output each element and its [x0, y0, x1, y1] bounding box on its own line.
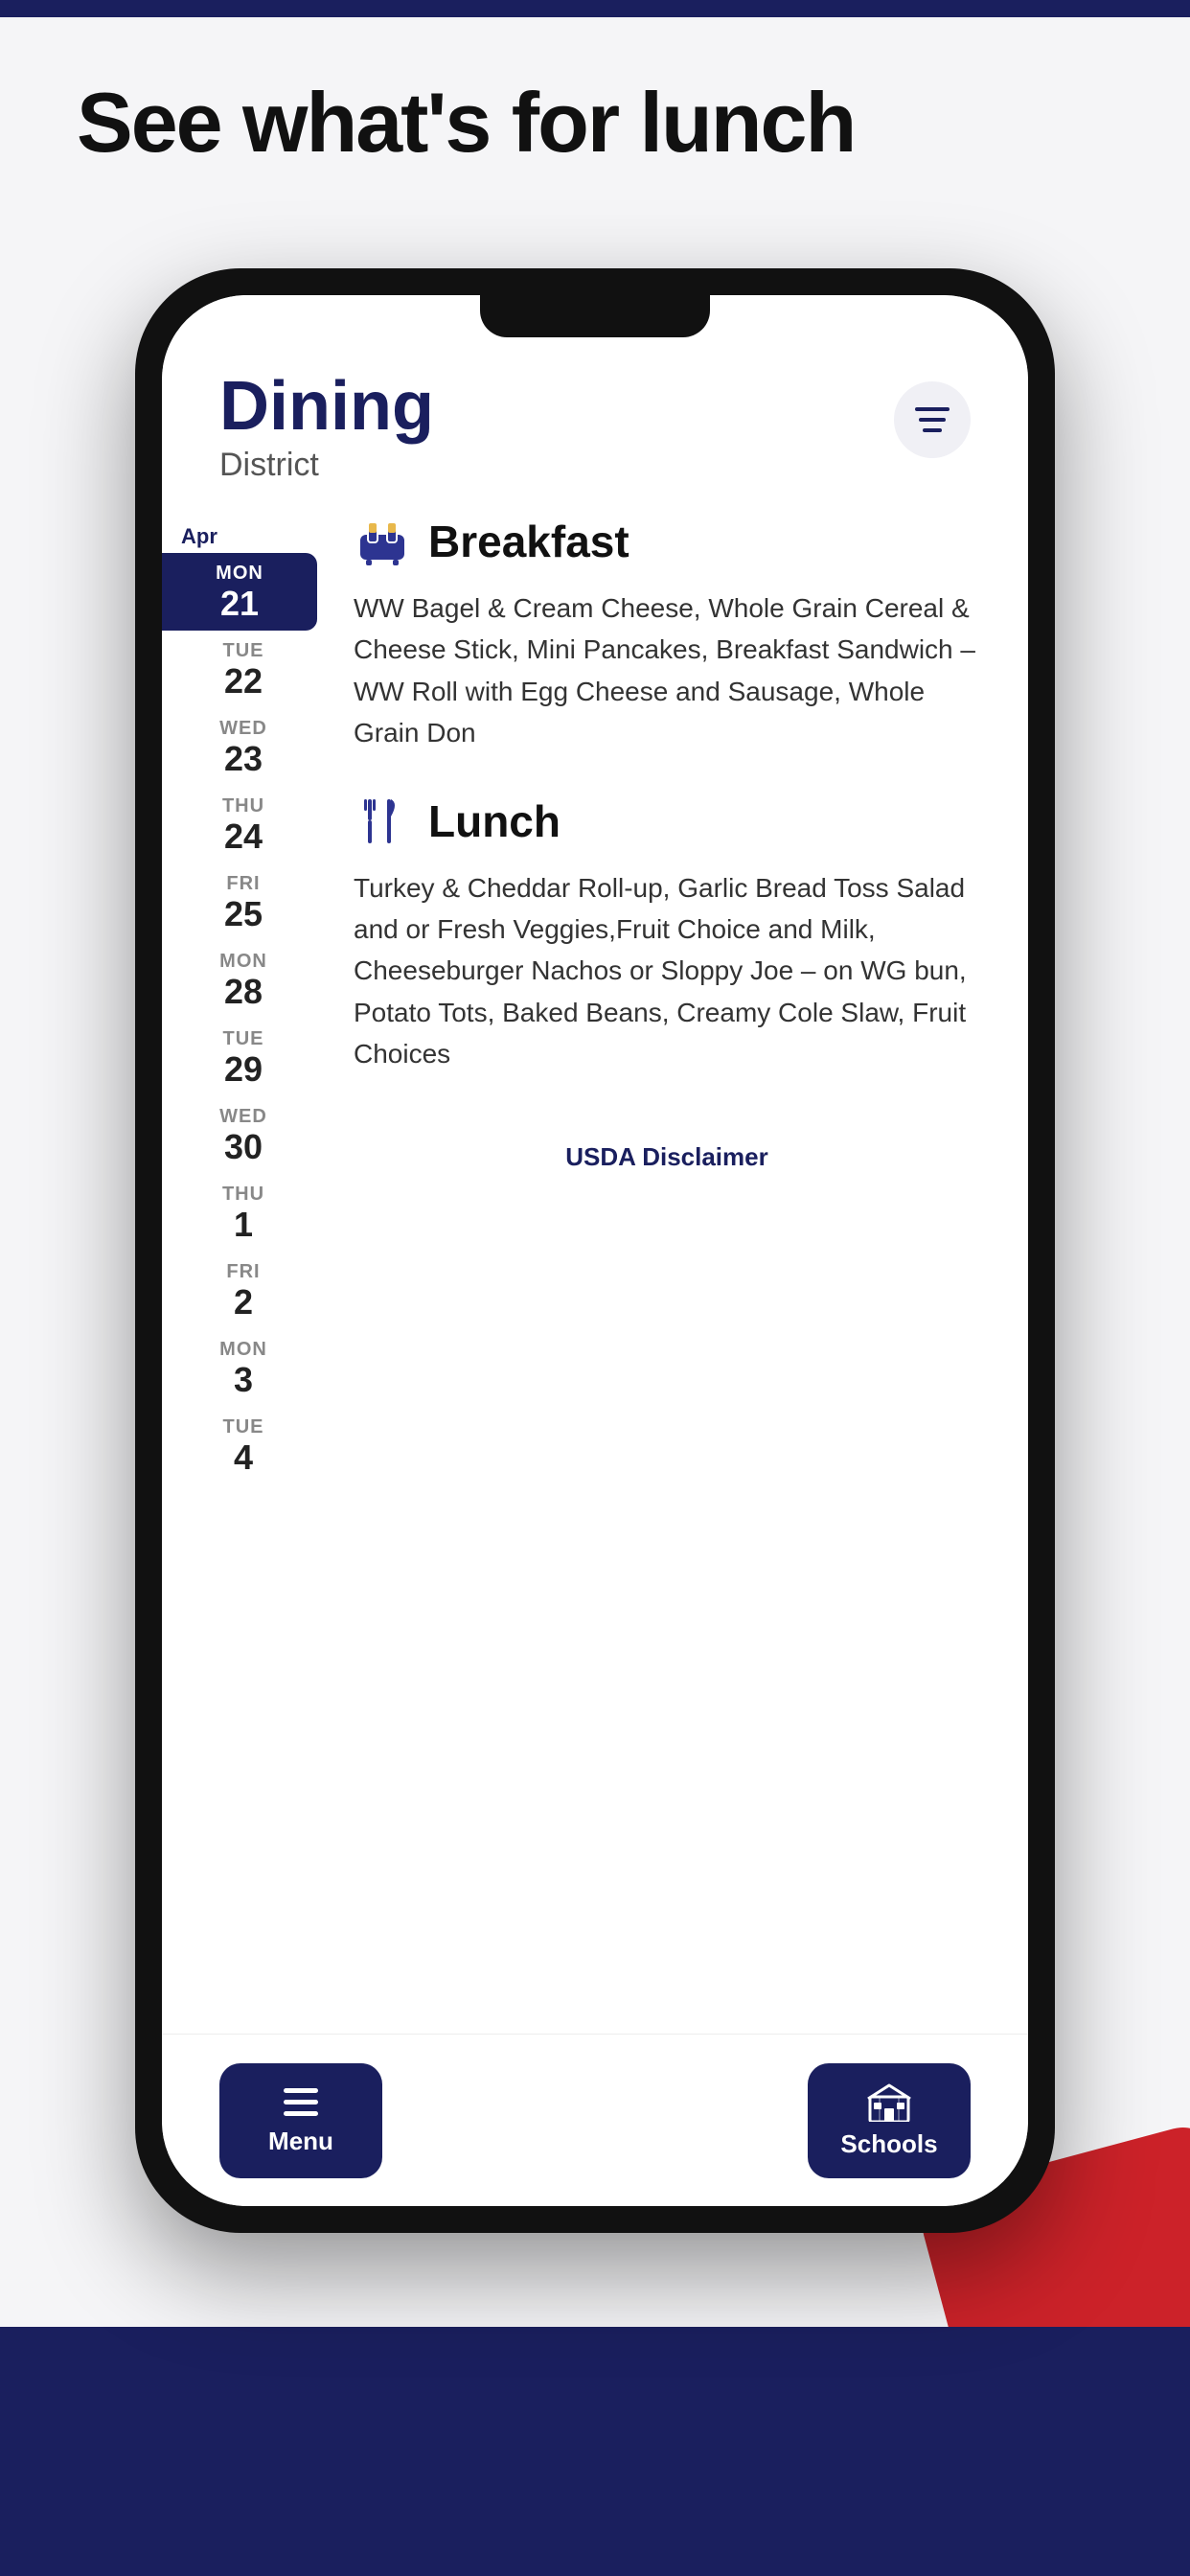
breakfast-description: WW Bagel & Cream Cheese, Whole Grain Cer… [354, 587, 980, 754]
cal-day-name: THU [222, 795, 264, 817]
cal-day-name: FRI [226, 1261, 260, 1283]
breakfast-icon [354, 513, 411, 570]
toaster-svg [356, 516, 408, 567]
meals-content: Breakfast WW Bagel & Cream Cheese, Whole… [325, 503, 1028, 1494]
schools-nav-button[interactable]: Schools [808, 2063, 971, 2178]
calendar-day-tue-22[interactable]: TUE 22 [162, 631, 325, 708]
cal-day-num: 29 [224, 1052, 263, 1087]
filter-line-1 [915, 407, 950, 411]
calendar-day-tue-29[interactable]: TUE 29 [162, 1019, 325, 1096]
utensils-svg [358, 795, 406, 847]
cal-day-num: 21 [220, 586, 259, 621]
lunch-section: Lunch Turkey & Cheddar Roll-up, Garlic B… [354, 793, 980, 1075]
menu-icon [280, 2084, 322, 2119]
cal-day-num: 23 [224, 742, 263, 776]
calendar-day-fri-2[interactable]: FRI 2 [162, 1252, 325, 1329]
screen-content: Dining District Apr [162, 295, 1028, 2034]
cal-day-name: TUE [223, 640, 264, 662]
filter-button[interactable] [894, 381, 971, 458]
phone-frame: Dining District Apr [135, 268, 1055, 2233]
app-title-block: Dining District [219, 372, 434, 484]
menu-nav-button[interactable]: Menu [219, 2063, 382, 2178]
main-area: Apr MON 21 TUE 22 WED 23 TH [162, 503, 1028, 1494]
cal-day-num: 1 [234, 1208, 253, 1242]
app-subtitle: District [219, 447, 434, 484]
menu-nav-label: Menu [268, 2127, 333, 2156]
cal-day-name: TUE [223, 1416, 264, 1438]
lunch-description: Turkey & Cheddar Roll-up, Garlic Bread T… [354, 867, 980, 1075]
cal-day-num: 28 [224, 975, 263, 1009]
calendar-day-tue-4[interactable]: TUE 4 [162, 1407, 325, 1484]
filter-line-2 [919, 418, 946, 422]
cal-day-num: 3 [234, 1363, 253, 1397]
nav-schools-item[interactable]: Schools [808, 2063, 971, 2178]
cal-day-num: 22 [224, 664, 263, 699]
lunch-header: Lunch [354, 793, 980, 850]
cal-day-name: MON [216, 563, 263, 585]
lunch-title: Lunch [428, 795, 561, 847]
cal-day-name: WED [219, 718, 267, 740]
cal-day-name: MON [219, 1339, 267, 1361]
cal-day-name: MON [219, 951, 267, 973]
calendar-day-mon-21[interactable]: MON 21 [162, 553, 317, 631]
calendar-month: Apr [162, 513, 325, 553]
calendar-sidebar: Apr MON 21 TUE 22 WED 23 TH [162, 503, 325, 1494]
cal-day-num: 30 [224, 1130, 263, 1164]
bottom-navigation: Menu [162, 2034, 1028, 2206]
school-icon [866, 2082, 912, 2122]
phone-notch [480, 295, 710, 337]
page-heading: See what's for lunch [77, 77, 855, 170]
calendar-day-thu-1[interactable]: THU 1 [162, 1174, 325, 1252]
schools-nav-label: Schools [840, 2129, 937, 2159]
usda-disclaimer[interactable]: USDA Disclaimer [354, 1114, 980, 1172]
lunch-icon [354, 793, 411, 850]
phone-screen: Dining District Apr [162, 295, 1028, 2206]
cal-day-num: 24 [224, 819, 263, 854]
cal-day-name: TUE [223, 1028, 264, 1050]
nav-menu-item[interactable]: Menu [219, 2063, 382, 2178]
breakfast-section: Breakfast WW Bagel & Cream Cheese, Whole… [354, 513, 980, 754]
decorative-dark-bottom [0, 2327, 1190, 2576]
calendar-day-mon-3[interactable]: MON 3 [162, 1329, 325, 1407]
calendar-day-wed-30[interactable]: WED 30 [162, 1096, 325, 1174]
cal-day-num: 2 [234, 1285, 253, 1320]
filter-icon [915, 407, 950, 432]
cal-day-num: 25 [224, 897, 263, 932]
top-status-bar [0, 0, 1190, 17]
cal-day-num: 4 [234, 1440, 253, 1475]
cal-day-name: FRI [226, 873, 260, 895]
filter-line-3 [923, 428, 942, 432]
cal-day-name: THU [222, 1184, 264, 1206]
app-title: Dining [219, 372, 434, 441]
calendar-day-thu-24[interactable]: THU 24 [162, 786, 325, 863]
breakfast-title: Breakfast [428, 516, 629, 567]
calendar-day-fri-25[interactable]: FRI 25 [162, 863, 325, 941]
calendar-day-wed-23[interactable]: WED 23 [162, 708, 325, 786]
cal-day-name: WED [219, 1106, 267, 1128]
calendar-day-mon-28[interactable]: MON 28 [162, 941, 325, 1019]
breakfast-header: Breakfast [354, 513, 980, 570]
